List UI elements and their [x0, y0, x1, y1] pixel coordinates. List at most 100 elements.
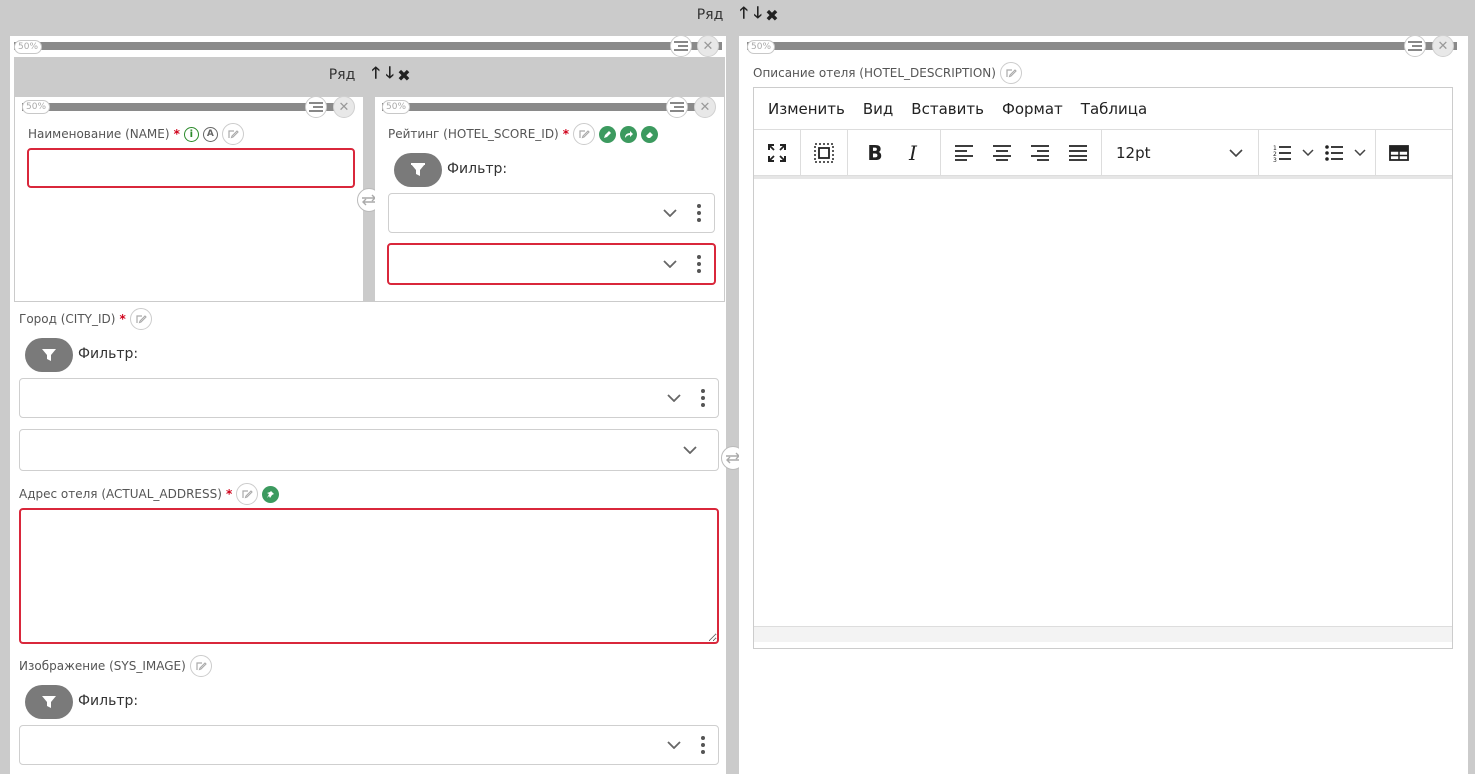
inner-left-settings-button[interactable]	[305, 96, 327, 118]
inner-row-bar: Ряд 🡑 🡓 ✖	[14, 57, 725, 93]
chevron-down-icon[interactable]	[662, 256, 678, 272]
left-column-width-badge: 50%	[14, 40, 43, 54]
row-label: Ряд	[696, 7, 724, 23]
editor-statusbar	[754, 626, 1452, 642]
auto-icon[interactable]: A	[202, 126, 218, 142]
edit-icon[interactable]	[236, 483, 259, 505]
inner-right-settings-button[interactable]	[666, 96, 688, 118]
chevron-down-icon[interactable]	[666, 737, 682, 753]
inner-right-close-button[interactable]: ✕	[694, 96, 716, 118]
address-label-text: Адрес отеля (ACTUAL_ADDRESS)	[19, 487, 222, 501]
chevron-down-icon[interactable]	[682, 442, 698, 458]
city-label-text: Город (CITY_ID)	[19, 312, 116, 326]
fullscreen-icon[interactable]	[760, 136, 794, 170]
more-options-icon[interactable]	[696, 204, 702, 222]
show-blocks-icon[interactable]	[807, 136, 841, 170]
editor-content-area[interactable]	[754, 176, 1452, 626]
inner-row-label: Ряд	[328, 67, 356, 83]
edit-icon[interactable]	[999, 62, 1022, 84]
image-filter-label: Фильтр:	[78, 693, 139, 709]
editor-toolbar: B I 12pt 123	[754, 130, 1452, 176]
right-column-width-bar[interactable]	[747, 42, 1457, 50]
chevron-down-icon[interactable]	[1351, 145, 1369, 161]
inner-right-width-bar[interactable]	[382, 103, 712, 111]
chevron-down-icon	[1228, 145, 1244, 161]
table-icon[interactable]	[1382, 136, 1416, 170]
move-up-icon[interactable]: 🡑	[737, 2, 750, 29]
right-column-settings-button[interactable]	[1404, 35, 1426, 57]
remove-row-icon[interactable]: ✖	[765, 6, 778, 25]
description-label-text: Описание отеля (HOTEL_DESCRIPTION)	[753, 66, 996, 80]
hotel-score-filter-button[interactable]	[394, 153, 442, 187]
hotel-score-filter-label: Фильтр:	[447, 161, 508, 177]
pencil-icon[interactable]	[599, 125, 617, 143]
name-label-text: Наименование (NAME)	[28, 127, 170, 141]
editor-menubar: Изменить Вид Вставить Формат Таблица	[754, 88, 1452, 130]
svg-text:3: 3	[1273, 157, 1277, 162]
align-justify-icon[interactable]	[1061, 136, 1095, 170]
align-center-icon[interactable]	[985, 136, 1019, 170]
address-textarea[interactable]	[19, 508, 719, 644]
edit-icon[interactable]	[573, 123, 596, 145]
left-column-close-button[interactable]: ✕	[697, 35, 719, 57]
more-options-icon[interactable]	[700, 389, 706, 407]
right-column-width-badge: 50%	[747, 40, 776, 54]
chevron-down-icon[interactable]	[666, 390, 682, 406]
top-row-bar: Ряд 🡑 🡓 ✖	[0, 0, 1475, 30]
toolbar-group-fontsize: 12pt	[1102, 130, 1259, 175]
bullet-list-icon[interactable]	[1317, 136, 1351, 170]
edit-icon[interactable]	[189, 655, 212, 677]
left-column-settings-button[interactable]	[670, 35, 692, 57]
toolbar-group-blocks	[801, 130, 848, 175]
menu-insert[interactable]: Вставить	[911, 100, 984, 118]
inner-left-width-badge: 50%	[22, 100, 51, 114]
hotel-score-label-text: Рейтинг (HOTEL_SCORE_ID)	[388, 127, 559, 141]
city-select[interactable]	[19, 429, 719, 471]
city-filter-select[interactable]	[19, 378, 719, 418]
edit-icon[interactable]	[221, 123, 244, 145]
filter-icon	[411, 163, 425, 176]
info-icon[interactable]: i	[183, 126, 199, 142]
share-icon[interactable]	[620, 125, 638, 143]
chevron-down-icon[interactable]	[1299, 145, 1317, 161]
inner-right-width-badge: 50%	[382, 100, 411, 114]
inner-left-width-bar[interactable]	[22, 103, 352, 111]
menu-edit[interactable]: Изменить	[768, 100, 845, 118]
hotel-score-field-label: Рейтинг (HOTEL_SCORE_ID) *	[388, 123, 659, 145]
city-filter-button[interactable]	[25, 338, 73, 372]
align-right-icon[interactable]	[1023, 136, 1057, 170]
remove-row-icon[interactable]: ✖	[397, 66, 410, 85]
edit-icon[interactable]	[129, 308, 152, 330]
menu-table[interactable]: Таблица	[1081, 100, 1147, 118]
left-column-width-bar[interactable]	[14, 42, 722, 50]
right-column-close-button[interactable]: ✕	[1432, 35, 1454, 57]
address-field-label: Адрес отеля (ACTUAL_ADDRESS) *	[19, 483, 280, 505]
required-marker: *	[173, 127, 180, 141]
inner-left-close-button[interactable]: ✕	[333, 96, 355, 118]
list-settings-icon	[670, 102, 684, 112]
image-filter-button[interactable]	[25, 685, 73, 719]
menu-view[interactable]: Вид	[863, 100, 893, 118]
toolbar-group-table	[1376, 130, 1422, 175]
eraser-icon[interactable]	[641, 125, 659, 143]
move-down-icon[interactable]: 🡓	[751, 2, 764, 29]
more-options-icon[interactable]	[700, 736, 706, 754]
align-left-icon[interactable]	[947, 136, 981, 170]
city-field-label: Город (CITY_ID) *	[19, 308, 152, 330]
numbered-list-icon[interactable]: 123	[1265, 136, 1299, 170]
name-input[interactable]	[27, 148, 355, 188]
toolbar-group-style: B I	[848, 130, 941, 175]
menu-format[interactable]: Формат	[1002, 100, 1063, 118]
move-up-icon[interactable]: 🡑	[369, 62, 382, 89]
bold-icon[interactable]: B	[858, 136, 892, 170]
chevron-down-icon[interactable]	[662, 205, 678, 221]
move-down-icon[interactable]: 🡓	[383, 62, 396, 89]
font-size-select[interactable]: 12pt	[1108, 144, 1252, 162]
image-filter-select[interactable]	[19, 725, 719, 765]
more-options-icon[interactable]	[696, 255, 702, 273]
pin-icon[interactable]	[262, 485, 280, 503]
hotel-score-select[interactable]	[387, 243, 716, 285]
hotel-score-filter-select[interactable]	[388, 193, 715, 233]
italic-icon[interactable]: I	[896, 136, 930, 170]
image-field-label: Изображение (SYS_IMAGE)	[19, 655, 212, 677]
